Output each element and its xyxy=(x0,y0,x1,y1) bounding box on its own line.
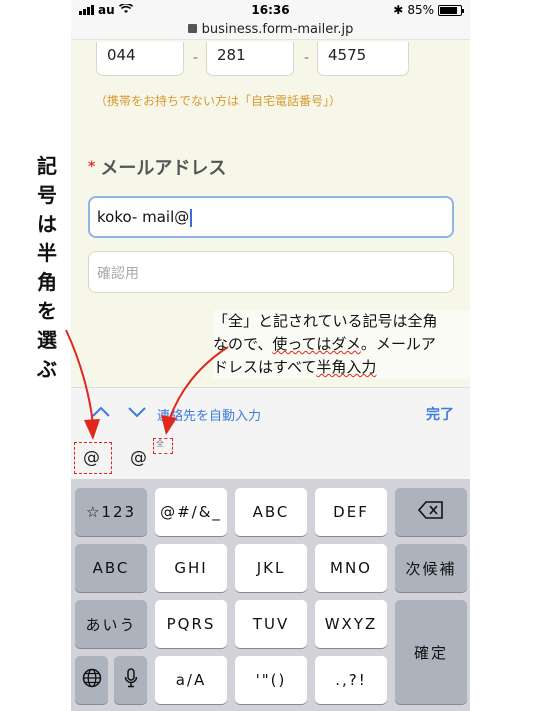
key-case[interactable]: a/A xyxy=(155,656,227,704)
url-host: business.form-mailer.jp xyxy=(201,22,354,37)
microphone-icon xyxy=(124,668,138,692)
backspace-icon xyxy=(417,501,444,523)
key-abc[interactable]: ABC xyxy=(235,488,307,536)
globe-icon xyxy=(82,668,102,692)
phone-note: （携帯をお持ちでない方は「自宅電話番号」） xyxy=(95,94,342,108)
chevron-down-icon[interactable] xyxy=(127,402,147,423)
email-label: * メールアドレス xyxy=(88,158,227,179)
key-period[interactable]: .,?! xyxy=(315,656,387,704)
key-mic[interactable] xyxy=(114,656,147,704)
input-accessory-bar: 連絡先を自動入力 完了 xyxy=(71,387,470,435)
email-value: koko- mail@ xyxy=(97,208,190,226)
autofill-contact-button[interactable]: 連絡先を自動入力 xyxy=(157,405,261,424)
required-mark: * xyxy=(88,159,96,175)
phone-field-2[interactable]: 281 xyxy=(206,42,294,76)
vertical-annotation: 記号は半角を選ぶ xyxy=(37,154,57,381)
text-caret xyxy=(190,208,193,227)
key-symbols[interactable]: ☆123 xyxy=(75,488,147,536)
key-globe[interactable] xyxy=(75,656,108,704)
chevron-up-icon[interactable] xyxy=(91,402,111,423)
phone-separator: - xyxy=(193,50,199,66)
email-input[interactable]: koko- mail@ xyxy=(88,196,454,238)
suggestion-fullwidth-at[interactable]: @ xyxy=(130,448,147,468)
battery-icon xyxy=(438,4,464,16)
fullwidth-highlight-box xyxy=(153,438,173,454)
key-tuv[interactable]: TUV xyxy=(235,600,307,648)
phone-field-1[interactable]: 044 xyxy=(96,42,184,76)
email-confirm-input[interactable]: 確認用 xyxy=(88,251,454,293)
key-pqrs[interactable]: PQRS xyxy=(155,600,227,648)
key-mno[interactable]: MNO xyxy=(315,544,387,592)
done-button[interactable]: 完了 xyxy=(426,404,454,424)
key-confirm[interactable]: 確定 xyxy=(395,600,467,704)
key-def[interactable]: DEF xyxy=(315,488,387,536)
halfwidth-highlight-box xyxy=(74,442,112,474)
key-kana[interactable]: あいう xyxy=(75,600,147,648)
url-bar[interactable]: business.form-mailer.jp xyxy=(71,20,470,40)
keyboard: ☆123 @#/&_ ABC DEF ABC GHI JKL MNO 次候補 あ… xyxy=(71,479,470,711)
key-next-candidate[interactable]: 次候補 xyxy=(395,544,467,592)
key-mode-abc[interactable]: ABC xyxy=(75,544,147,592)
battery-percent: 85% xyxy=(407,3,434,17)
lock-icon xyxy=(187,24,197,33)
key-wxyz[interactable]: WXYZ xyxy=(315,600,387,648)
key-punct[interactable]: @#/&_ xyxy=(155,488,227,536)
phone-separator: - xyxy=(304,50,310,66)
key-backspace[interactable] xyxy=(395,488,467,536)
phone-field-3[interactable]: 4575 xyxy=(317,42,409,76)
key-quotes[interactable]: '"() xyxy=(235,656,307,704)
key-ghi[interactable]: GHI xyxy=(155,544,227,592)
status-bar: au 16:36 ✱ 85% xyxy=(71,0,470,20)
key-jkl[interactable]: JKL xyxy=(235,544,307,592)
suggestion-bar: @ @ 全 xyxy=(71,435,470,479)
annotation-note: 「全」と記されている記号は全角 なので、使ってはダメ。メールア ドレスはすべて半… xyxy=(213,310,493,379)
bluetooth-icon: ✱ xyxy=(393,3,404,17)
